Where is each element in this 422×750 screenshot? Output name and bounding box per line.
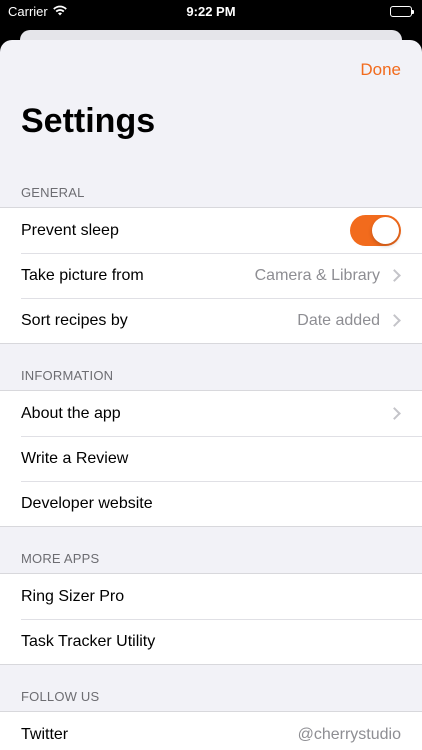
developer-website-row[interactable]: Developer website: [0, 481, 422, 526]
developer-website-label: Developer website: [21, 494, 153, 512]
prevent-sleep-label: Prevent sleep: [21, 221, 119, 239]
twitter-label: Twitter: [21, 725, 69, 743]
information-group: About the app Write a Review Developer w…: [0, 390, 422, 527]
write-review-row[interactable]: Write a Review: [0, 436, 422, 481]
page-title: Settings: [21, 102, 156, 140]
settings-sheet: Done Settings GENERAL Prevent sleep Take…: [0, 40, 422, 750]
ring-sizer-label: Ring Sizer Pro: [21, 587, 125, 605]
twitter-row[interactable]: Twitter @cherrystudio: [0, 712, 422, 750]
chevron-right-icon: [388, 269, 401, 282]
take-picture-row[interactable]: Take picture from Camera & Library: [0, 253, 422, 298]
chevron-right-icon: [388, 314, 401, 327]
clock: 9:22 PM: [186, 4, 236, 19]
section-header-more-apps: MORE APPS: [21, 551, 100, 566]
general-group: Prevent sleep Take picture from Camera &…: [0, 207, 422, 344]
sort-recipes-label: Sort recipes by: [21, 311, 128, 329]
follow-us-group: Twitter @cherrystudio: [0, 711, 422, 750]
prevent-sleep-toggle[interactable]: [350, 215, 401, 246]
take-picture-label: Take picture from: [21, 266, 144, 284]
task-tracker-label: Task Tracker Utility: [21, 632, 156, 650]
done-button[interactable]: Done: [360, 60, 401, 80]
take-picture-value: Camera & Library: [254, 266, 380, 284]
about-app-row[interactable]: About the app: [0, 391, 422, 436]
status-bar: Carrier 9:22 PM: [0, 0, 422, 24]
ring-sizer-row[interactable]: Ring Sizer Pro: [0, 574, 422, 619]
write-review-label: Write a Review: [21, 449, 129, 467]
prevent-sleep-row: Prevent sleep: [0, 208, 422, 253]
section-header-follow-us: FOLLOW US: [21, 689, 100, 704]
sort-recipes-row[interactable]: Sort recipes by Date added: [0, 298, 422, 343]
toggle-knob: [372, 217, 399, 244]
chevron-right-icon: [388, 407, 401, 420]
battery-icon: [390, 6, 414, 17]
task-tracker-row[interactable]: Task Tracker Utility: [0, 619, 422, 664]
more-apps-group: Ring Sizer Pro Task Tracker Utility: [0, 573, 422, 665]
section-header-general: GENERAL: [21, 185, 85, 200]
twitter-handle: @cherrystudio: [297, 725, 401, 743]
sort-recipes-value: Date added: [297, 311, 380, 329]
about-app-label: About the app: [21, 404, 121, 422]
section-header-information: INFORMATION: [21, 368, 114, 383]
